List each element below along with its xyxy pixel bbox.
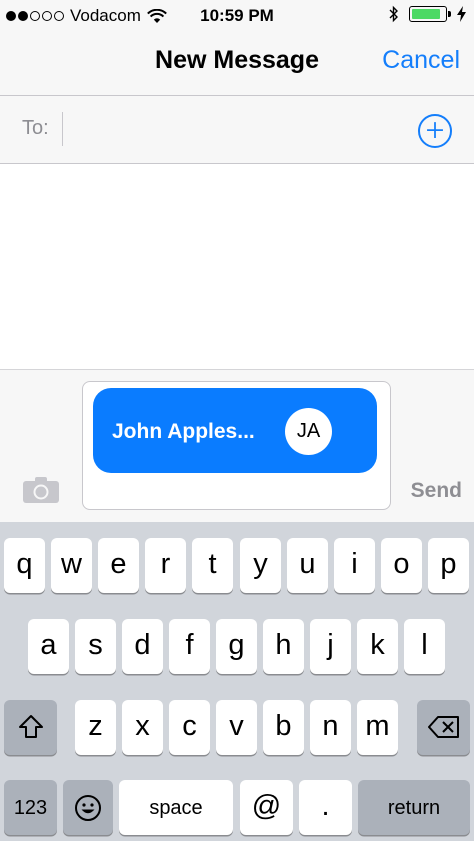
compose-bar: John Apples... JA Send xyxy=(0,369,474,523)
key-h[interactable]: h xyxy=(263,619,304,674)
bluetooth-icon xyxy=(389,5,398,23)
key-d[interactable]: d xyxy=(122,619,163,674)
key-p[interactable]: p xyxy=(428,538,469,593)
key-m[interactable]: m xyxy=(357,700,398,755)
avatar: JA xyxy=(285,408,332,455)
numbers-key[interactable]: 123 xyxy=(4,780,57,835)
key-g[interactable]: g xyxy=(216,619,257,674)
navigation-bar: New Message Cancel xyxy=(0,32,474,96)
return-key[interactable]: return xyxy=(358,780,470,835)
message-area xyxy=(0,164,474,369)
recipient-name: John Apples... xyxy=(112,420,255,443)
delete-key[interactable] xyxy=(417,700,470,755)
charging-bolt-icon xyxy=(457,6,466,22)
emoji-icon xyxy=(75,795,101,821)
shift-icon xyxy=(18,715,43,738)
message-input-box[interactable]: John Apples... JA xyxy=(82,381,391,510)
key-r[interactable]: r xyxy=(145,538,186,593)
key-a[interactable]: a xyxy=(28,619,69,674)
key-l[interactable]: l xyxy=(404,619,445,674)
key-q[interactable]: q xyxy=(4,538,45,593)
key-s[interactable]: s xyxy=(75,619,116,674)
key-i[interactable]: i xyxy=(334,538,375,593)
status-bar: Vodacom 10:59 PM xyxy=(0,0,474,32)
status-right xyxy=(389,5,466,23)
key-v[interactable]: v xyxy=(216,700,257,755)
shift-key[interactable] xyxy=(4,700,57,755)
key-n[interactable]: n xyxy=(310,700,351,755)
backspace-icon xyxy=(427,716,459,738)
key-j[interactable]: j xyxy=(310,619,351,674)
camera-icon[interactable] xyxy=(22,476,60,504)
at-key[interactable]: @ xyxy=(240,780,293,835)
send-button[interactable]: Send xyxy=(411,479,462,503)
recipient-input[interactable] xyxy=(62,112,397,146)
key-u[interactable]: u xyxy=(287,538,328,593)
key-z[interactable]: z xyxy=(75,700,116,755)
key-e[interactable]: e xyxy=(98,538,139,593)
period-key[interactable]: . xyxy=(299,780,352,835)
key-k[interactable]: k xyxy=(357,619,398,674)
key-o[interactable]: o xyxy=(381,538,422,593)
key-b[interactable]: b xyxy=(263,700,304,755)
key-f[interactable]: f xyxy=(169,619,210,674)
key-x[interactable]: x xyxy=(122,700,163,755)
add-contact-icon[interactable] xyxy=(418,114,452,148)
key-w[interactable]: w xyxy=(51,538,92,593)
emoji-key[interactable] xyxy=(63,780,113,835)
battery-icon xyxy=(409,6,451,22)
recipient-row: To: xyxy=(0,96,474,164)
key-c[interactable]: c xyxy=(169,700,210,755)
to-label: To: xyxy=(22,117,49,139)
cancel-button[interactable]: Cancel xyxy=(382,46,460,75)
space-key[interactable]: space xyxy=(119,780,233,835)
key-t[interactable]: t xyxy=(192,538,233,593)
key-y[interactable]: y xyxy=(240,538,281,593)
keyboard: q w e r t y u i o p a s d f g h j k l z … xyxy=(0,522,474,841)
recipient-bubble[interactable]: John Apples... JA xyxy=(93,388,377,473)
